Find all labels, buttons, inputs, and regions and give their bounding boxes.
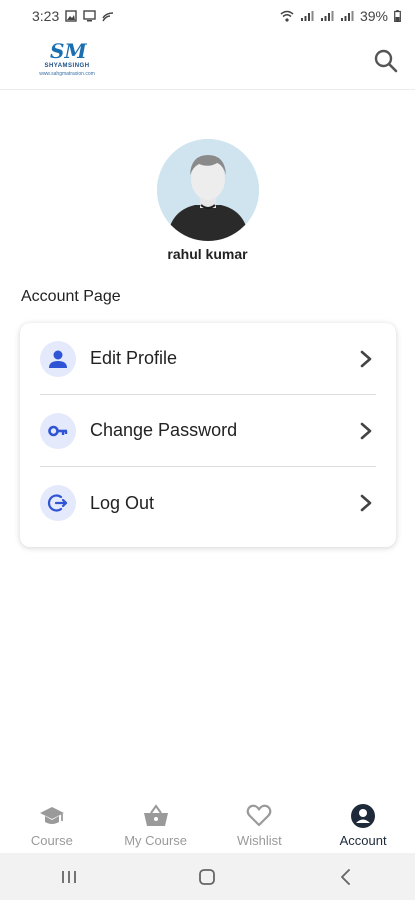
nav-account[interactable]: Account (311, 803, 415, 848)
back-button[interactable] (326, 862, 366, 892)
profile-avatar[interactable] (157, 139, 259, 241)
nav-my-course-label: My Course (124, 832, 188, 848)
nav-course[interactable]: Course (0, 803, 104, 848)
nav-course-label: Course (30, 832, 73, 848)
nav-account-label: Account (339, 832, 387, 848)
basket-icon (143, 803, 169, 829)
menu-icon-wrap (40, 485, 76, 521)
battery-icon (394, 10, 401, 22)
nav-my-course[interactable]: My Course (104, 803, 208, 848)
home-button[interactable] (187, 862, 227, 892)
logout-icon (47, 494, 68, 512)
menu-icon-wrap (40, 412, 76, 449)
graduation-cap-icon (39, 803, 65, 829)
app-logo[interactable]: SM SHYAMSINGH www.sahgmatraxion.com (32, 39, 102, 83)
account-menu: Edit Profile Change Password Log Out (20, 323, 396, 547)
gallery-icon (65, 10, 77, 22)
edit-profile-item[interactable]: Edit Profile (40, 323, 376, 395)
log-out-item[interactable]: Log Out (40, 467, 376, 539)
logo-url: www.sahgmatraxion.com (39, 70, 95, 77)
bottom-nav: Course My Course Wishlist Account (0, 797, 415, 853)
status-time: 3:23 (32, 8, 60, 24)
person-icon (49, 350, 67, 368)
user-name: rahul kumar (167, 246, 248, 262)
home-icon (199, 868, 216, 885)
heart-icon (246, 803, 272, 829)
cast-icon (102, 12, 114, 22)
chevron-right-icon (356, 493, 376, 513)
status-bar: 3:23 39% (0, 0, 415, 32)
nav-wishlist[interactable]: Wishlist (208, 803, 312, 848)
edit-profile-label: Edit Profile (90, 348, 178, 368)
status-right: 39% (280, 8, 401, 24)
menu-icon-wrap (40, 340, 76, 377)
nav-wishlist-label: Wishlist (236, 832, 282, 848)
wifi-icon (280, 10, 294, 22)
system-nav-bar (0, 853, 415, 900)
back-icon (340, 868, 350, 885)
logo-mark: SM (50, 38, 87, 63)
signal-icon-2 (320, 11, 334, 21)
change-password-label: Change Password (90, 420, 238, 440)
change-password-item[interactable]: Change Password (40, 395, 376, 467)
recent-apps-button[interactable] (49, 862, 89, 892)
log-out-label: Log Out (90, 492, 155, 513)
signal-icon-3 (340, 11, 354, 21)
chevron-right-icon (356, 421, 376, 441)
search-button[interactable] (369, 44, 403, 78)
logo-name: SHYAMSINGH (44, 62, 90, 69)
recent-apps-icon (62, 870, 77, 883)
chevron-right-icon (356, 349, 376, 369)
screen-icon (83, 10, 96, 22)
key-icon (48, 425, 68, 436)
signal-icon (300, 11, 314, 21)
user-avatar-icon (157, 139, 259, 241)
page-title: Account Page (21, 288, 121, 305)
search-icon (374, 49, 398, 72)
status-left: 3:23 (32, 8, 114, 24)
account-icon (350, 803, 376, 829)
app-header: SM SHYAMSINGH www.sahgmatraxion.com (0, 32, 415, 90)
battery-percent: 39% (359, 8, 388, 24)
